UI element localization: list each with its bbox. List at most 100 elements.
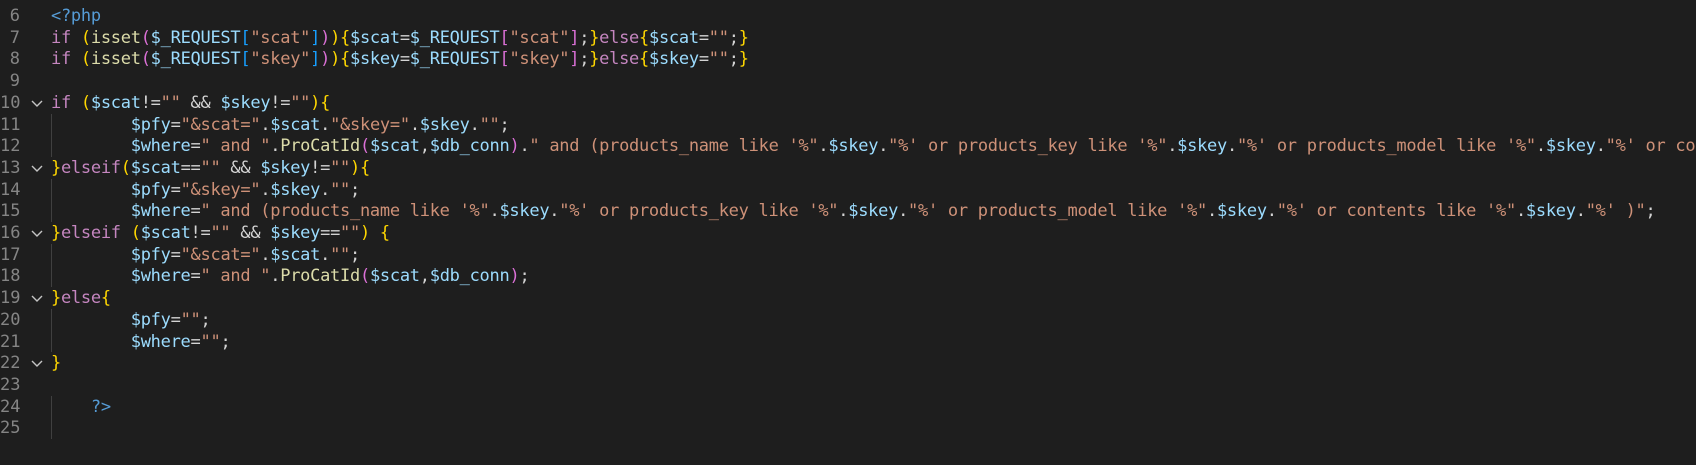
code-token: . (1515, 201, 1526, 222)
code-line[interactable]: 18 $where=" and ".ProCatId($scat,$db_con… (0, 265, 1696, 289)
code-token: ; (728, 49, 739, 70)
code-token: ; (220, 331, 231, 352)
code-token: != (310, 157, 331, 178)
code-token: = (698, 27, 709, 48)
code-token: "" (200, 331, 221, 352)
code-token: ) (359, 223, 370, 243)
code-token: $scat (270, 114, 321, 135)
code-token: "" (290, 92, 311, 113)
fold-chevron-down-icon[interactable] (30, 352, 44, 376)
code-text: $where=" and ".ProCatId($scat,$db_conn).… (51, 135, 1696, 159)
code-editor[interactable]: 6 <?php 7 if (isset($_REQUEST["scat"])){$sc… (0, 0, 1696, 465)
code-token: "skey" (250, 49, 311, 70)
code-line[interactable]: 21 $where=""; (0, 331, 1696, 355)
line-number: 6 (9, 6, 20, 26)
code-token: = (399, 49, 410, 70)
code-token: $where (130, 266, 191, 287)
line-number: 14 (0, 179, 21, 200)
code-token: } (738, 27, 749, 48)
code-token: = (399, 27, 410, 48)
code-line[interactable]: 24 ?> (0, 396, 1696, 420)
code-line[interactable]: 10 if ($scat!="" && $skey!=""){ (0, 92, 1696, 116)
code-line[interactable]: 16}elseif ($scat!="" && $skey=="") { (0, 222, 1696, 246)
code-token: if (51, 27, 71, 48)
code-token: else (599, 27, 640, 48)
code-token: } (51, 157, 61, 178)
code-token: && (220, 157, 261, 178)
code-token: isset (90, 49, 141, 70)
code-text: }elseif($scat=="" && $skey!=""){ (51, 157, 370, 181)
code-line[interactable]: 23 (0, 374, 1696, 398)
code-line[interactable]: 22} (0, 352, 1696, 376)
code-line[interactable]: 17 $pfy="&scat=".$scat.""; (0, 244, 1696, 268)
code-token: , (419, 266, 430, 287)
code-token: $skey (260, 157, 311, 178)
code-token: ( (359, 136, 370, 157)
fold-chevron-down-icon[interactable] (30, 92, 44, 116)
code-token: "" (160, 92, 181, 113)
code-token: , (419, 136, 430, 157)
code-line[interactable]: 19}else{ (0, 287, 1696, 311)
code-text: } (51, 352, 61, 376)
line-number: 13 (0, 157, 21, 178)
code-line[interactable]: 15 $where=" and (products_name like '%".… (0, 200, 1696, 224)
code-token: ; (579, 49, 590, 70)
code-token: = (190, 136, 201, 157)
code-token: "" (330, 179, 351, 200)
code-token: $_REQUEST (409, 27, 500, 48)
fold-chevron-down-icon[interactable] (30, 157, 44, 181)
code-line[interactable]: 13 }elseif($scat=="" && $skey!=""){ (0, 157, 1696, 181)
code-token: else (60, 288, 101, 309)
code-token: [ (499, 49, 510, 70)
code-token: } (589, 27, 600, 48)
code-token: . (409, 114, 420, 135)
code-line[interactable]: 9 (0, 70, 1696, 94)
code-token: elseif (60, 157, 121, 178)
code-token: . (270, 266, 281, 287)
code-token: $skey (1216, 201, 1267, 222)
code-token: == (180, 157, 201, 178)
code-token: ; (499, 114, 510, 135)
code-line[interactable]: 14 $pfy="&skey=".$skey.""; (0, 179, 1696, 203)
code-line[interactable]: 20 $pfy=""; (0, 309, 1696, 333)
code-token: . (898, 201, 909, 222)
code-token: [ (240, 49, 251, 70)
code-line[interactable]: 7 if (isset($_REQUEST["scat"])){$scat=$_R… (0, 27, 1696, 51)
code-token: "%' or products_model like '%" (908, 201, 1207, 222)
code-token: } (589, 49, 600, 70)
code-token: ( (80, 92, 91, 113)
code-line[interactable]: 8 if (isset($_REQUEST["skey"])){$skey=$_R… (0, 48, 1696, 72)
code-text: $pfy="&skey=".$skey.""; (51, 179, 361, 203)
code-line[interactable]: 25 (0, 417, 1696, 441)
code-line[interactable]: 11 $pfy="&scat=".$scat."&skey=".$skey.""… (0, 114, 1696, 138)
code-token: . (549, 201, 560, 222)
code-token: = (170, 179, 181, 200)
code-token: ) (320, 49, 331, 70)
line-number: 7 (9, 27, 20, 48)
code-text: if (isset($_REQUEST["skey"])){$skey=$_RE… (51, 48, 749, 72)
fold-chevron-down-icon[interactable] (30, 222, 44, 246)
code-text: }elseif ($scat!="" && $skey=="") { (51, 222, 390, 246)
code-token: ] (569, 27, 580, 48)
code-token: } (51, 223, 61, 243)
code-token: $where (130, 201, 191, 222)
code-token: "%' or products_model like '%" (1236, 136, 1536, 157)
code-token: . (1207, 201, 1217, 222)
code-token: { (639, 49, 649, 70)
code-text: $pfy="&scat=".$scat.""; (51, 244, 361, 268)
code-token: ProCatId (280, 266, 360, 287)
code-line[interactable]: 6 <?php (0, 5, 1696, 29)
fold-chevron-down-icon[interactable] (30, 287, 44, 311)
code-token: . (260, 179, 271, 200)
code-token: $skey (1545, 136, 1596, 157)
code-token: ] (310, 27, 321, 48)
code-token: ] (310, 49, 321, 70)
code-line[interactable]: 12 $where=" and ".ProCatId($scat,$db_con… (0, 135, 1696, 159)
code-token: . (1167, 136, 1178, 157)
